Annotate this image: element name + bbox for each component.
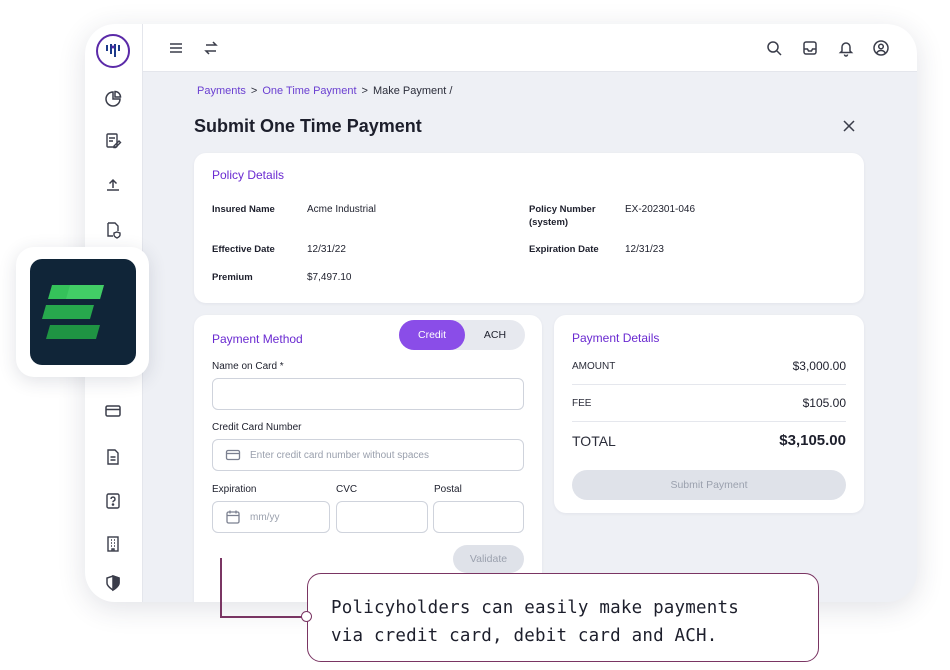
- top-bar: [143, 24, 917, 72]
- credit-card-icon: [225, 449, 241, 461]
- total-value: $3,105.00: [779, 432, 846, 449]
- validate-button[interactable]: Validate: [453, 545, 524, 573]
- close-icon[interactable]: [839, 116, 859, 136]
- postal-input[interactable]: [433, 501, 524, 533]
- app-logo-icon[interactable]: [96, 34, 130, 68]
- total-label: TOTAL: [572, 433, 616, 449]
- user-account-icon[interactable]: [870, 37, 892, 59]
- payment-details-title: Payment Details: [572, 331, 660, 345]
- amount-label: AMOUNT: [572, 361, 616, 372]
- dashboard-pie-icon[interactable]: [102, 88, 124, 110]
- divider: [572, 384, 846, 385]
- policy-number-value: EX-202301-046: [625, 204, 696, 215]
- card-number-input[interactable]: Enter credit card number without spaces: [212, 439, 524, 471]
- payment-details-card: Payment Details AMOUNT $3,000.00 FEE $10…: [554, 315, 864, 513]
- credit-card-icon[interactable]: [102, 400, 124, 422]
- breadcrumb-current: Make Payment /: [372, 85, 453, 97]
- expiration-date-value: 12/31/23: [625, 244, 664, 255]
- name-on-card-label: Name on Card *: [212, 361, 284, 372]
- card-number-placeholder: Enter credit card number without spaces: [250, 449, 429, 461]
- callout-connector: [220, 558, 222, 618]
- expiration-input[interactable]: mm/yy: [212, 501, 330, 533]
- building-icon[interactable]: [102, 533, 124, 555]
- document-icon[interactable]: [102, 446, 124, 468]
- divider: [572, 421, 846, 422]
- premium-label: Premium: [212, 272, 253, 283]
- policy-number-label-line2: (system): [529, 217, 569, 228]
- expiration-label: Expiration: [212, 484, 257, 495]
- expiration-date-label: Expiration Date: [529, 244, 599, 255]
- postal-label: Postal: [434, 484, 462, 495]
- fee-value: $105.00: [802, 396, 846, 410]
- insured-name-label: Insured Name: [212, 204, 275, 215]
- callout-line1: Policyholders can easily make payments: [331, 598, 739, 618]
- breadcrumb-separator: >: [250, 85, 258, 97]
- calendar-icon: [226, 510, 240, 524]
- product-logo-tile: [16, 247, 149, 377]
- card-number-label: Credit Card Number: [212, 422, 302, 433]
- premium-value: $7,497.10: [307, 272, 352, 283]
- cvc-input[interactable]: [336, 501, 428, 533]
- policy-number-label: Policy Number (system): [529, 203, 596, 229]
- product-logo-icon: [30, 259, 136, 365]
- policy-edit-icon[interactable]: [102, 130, 124, 152]
- callout-line2: via credit card, debit card and ACH.: [331, 626, 718, 646]
- insured-name-value: Acme Industrial: [307, 204, 376, 215]
- document-shield-icon[interactable]: [102, 219, 124, 241]
- menu-hamburger-icon[interactable]: [165, 37, 187, 59]
- search-icon[interactable]: [763, 37, 785, 59]
- policy-details-card: Policy Details Insured Name Acme Industr…: [194, 153, 864, 303]
- feature-callout: Policyholders can easily make payments v…: [307, 573, 819, 662]
- effective-date-value: 12/31/22: [307, 244, 346, 255]
- payment-method-title: Payment Method: [212, 332, 303, 346]
- bell-icon[interactable]: [835, 37, 857, 59]
- toggle-ach[interactable]: ACH: [465, 320, 525, 350]
- amount-value: $3,000.00: [792, 359, 846, 373]
- breadcrumb-separator: >: [361, 85, 368, 97]
- submit-payment-button[interactable]: Submit Payment: [572, 470, 846, 500]
- cvc-label: CVC: [336, 484, 358, 495]
- expiration-placeholder: mm/yy: [250, 511, 280, 523]
- breadcrumb-one-time-payment-link[interactable]: One Time Payment: [262, 85, 356, 97]
- shield-icon[interactable]: [102, 572, 124, 594]
- switch-arrows-icon[interactable]: [200, 37, 222, 59]
- fee-label: FEE: [572, 398, 592, 409]
- policy-number-label-line1: Policy Number: [529, 204, 596, 215]
- payment-type-toggle: Credit ACH: [399, 320, 525, 350]
- breadcrumb-payments-link[interactable]: Payments: [197, 85, 246, 97]
- inbox-icon[interactable]: [799, 37, 821, 59]
- breadcrumb: Payments > One Time Payment > Make Payme…: [197, 85, 452, 97]
- effective-date-label: Effective Date: [212, 244, 275, 255]
- upload-icon[interactable]: [102, 174, 124, 196]
- page-title: Submit One Time Payment: [194, 116, 422, 136]
- callout-connector: [220, 616, 306, 618]
- payment-method-card: Payment Method Credit ACH Name on Card *…: [194, 315, 542, 602]
- name-on-card-input[interactable]: [212, 378, 524, 410]
- policy-details-title: Policy Details: [212, 168, 285, 182]
- toggle-credit[interactable]: Credit: [399, 320, 465, 350]
- help-document-icon[interactable]: [102, 490, 124, 512]
- app-window: Payments > One Time Payment > Make Payme…: [85, 24, 917, 602]
- callout-dot: [301, 611, 312, 622]
